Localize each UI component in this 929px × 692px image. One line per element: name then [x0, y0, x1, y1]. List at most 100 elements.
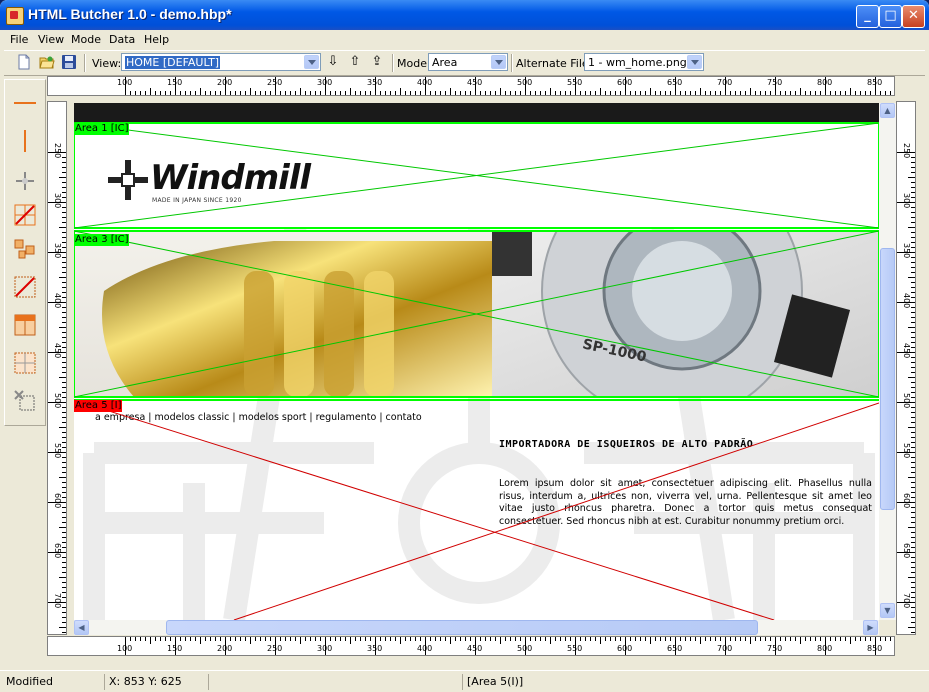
ruler-label: 600 [902, 493, 911, 509]
ruler-minor-tick [600, 88, 601, 95]
vertical-scrollbar[interactable]: ▲ ▼ [879, 103, 896, 620]
ruler-minor-tick [470, 91, 471, 95]
alternate-file-select[interactable]: 1 - wm_home.png [584, 53, 704, 71]
ruler-minor-tick [62, 422, 66, 423]
table-area-tool-icon[interactable] [14, 352, 36, 374]
menu-mode[interactable]: Mode [71, 33, 101, 46]
area-group-tool-icon[interactable] [14, 238, 36, 260]
ruler-minor-tick [170, 637, 171, 641]
ruler-minor-tick [235, 637, 236, 641]
ruler-label: 500 [902, 393, 911, 409]
ruler-minor-tick [62, 322, 66, 323]
ruler-minor-tick [460, 91, 461, 95]
select-area-tool-icon[interactable] [14, 314, 36, 336]
ruler-minor-tick [410, 91, 411, 95]
maximize-button[interactable]: □ [879, 5, 902, 28]
design-canvas[interactable]: Windmill MADE IN JAPAN SINCE 1920 SP-100… [74, 103, 879, 620]
title-bar[interactable]: HTML Butcher 1.0 - demo.hbp* _ □ ✕ [0, 0, 929, 30]
ruler-minor-tick [190, 637, 191, 641]
ruler-minor-tick [165, 91, 166, 95]
ruler-minor-tick [135, 91, 136, 95]
ruler-minor-tick [265, 91, 266, 95]
scroll-right-button[interactable]: ▶ [863, 620, 878, 635]
mode-select[interactable]: Area [428, 53, 508, 71]
ruler-minor-tick [911, 287, 915, 288]
ruler-minor-tick [62, 342, 66, 343]
ruler-minor-tick [430, 637, 431, 641]
menu-view[interactable]: View [38, 33, 64, 46]
menu-data[interactable]: Data [109, 33, 135, 46]
ruler-minor-tick [270, 637, 271, 641]
ruler-label: 750 [767, 644, 783, 653]
ruler-minor-tick [200, 637, 201, 644]
move-line-tool-icon[interactable] [14, 170, 36, 192]
ruler-minor-tick [320, 91, 321, 95]
ruler-minor-tick [460, 637, 461, 641]
open-folder-icon[interactable] [39, 54, 55, 70]
ruler-minor-tick [465, 91, 466, 95]
ruler-minor-tick [440, 91, 441, 95]
area-3-label[interactable]: Area 3 [IC] [74, 234, 130, 246]
vertical-scroll-thumb[interactable] [880, 248, 895, 510]
window-title: HTML Butcher 1.0 - demo.hbp* [28, 6, 232, 22]
ruler-minor-tick [570, 91, 571, 95]
close-button[interactable]: ✕ [902, 5, 925, 28]
area-5-label[interactable]: Area 5 [I] [74, 400, 123, 412]
ruler-minor-tick [62, 522, 66, 523]
ruler-minor-tick [245, 637, 246, 641]
ruler-minor-tick [750, 88, 751, 95]
ruler-minor-tick [800, 88, 801, 95]
scroll-up-button[interactable]: ▲ [880, 103, 895, 118]
ruler-minor-tick [62, 437, 66, 438]
ruler-minor-tick [62, 542, 66, 543]
delete-line-tool-icon[interactable] [14, 204, 36, 226]
status-state: Modified [6, 675, 53, 688]
ruler-minor-tick [300, 637, 301, 644]
save-icon[interactable] [61, 54, 77, 70]
minimize-button[interactable]: _ [856, 5, 879, 28]
ruler-minor-tick [230, 637, 231, 641]
ruler-minor-tick [911, 617, 915, 618]
ruler-minor-tick [515, 637, 516, 641]
ruler-minor-tick [205, 637, 206, 641]
ruler-label: 350 [902, 243, 911, 259]
menu-file[interactable]: File [10, 33, 28, 46]
status-empty [208, 674, 463, 690]
ruler-minor-tick [520, 91, 521, 95]
new-file-icon[interactable] [16, 54, 32, 70]
horizontal-scrollbar[interactable]: ◀ ▶ [74, 620, 879, 635]
ruler-minor-tick [340, 637, 341, 641]
ruler-minor-tick [495, 91, 496, 95]
scroll-down-button[interactable]: ▼ [880, 603, 895, 618]
move-up-icon[interactable]: ⇧ [347, 54, 363, 70]
delete-area-tool-icon[interactable] [14, 276, 36, 298]
ruler-minor-tick [465, 637, 466, 641]
ruler-minor-tick [880, 637, 881, 641]
ruler-label: 250 [267, 78, 283, 87]
ruler-minor-tick [911, 167, 915, 168]
ruler-minor-tick [280, 637, 281, 641]
view-select[interactable]: HOME [DEFAULT] [121, 53, 321, 71]
horizontal-line-tool-icon[interactable] [14, 92, 36, 114]
ruler-minor-tick [255, 91, 256, 95]
area-1-label[interactable]: Area 1 [IC] [74, 123, 130, 135]
ruler-minor-tick [690, 637, 691, 641]
ruler-minor-tick [745, 637, 746, 641]
ruler-minor-tick [480, 637, 481, 641]
ruler-minor-tick [911, 267, 915, 268]
ruler-minor-tick [770, 637, 771, 641]
move-top-icon[interactable]: ⇪ [369, 54, 385, 70]
scroll-left-button[interactable]: ◀ [74, 620, 89, 635]
ruler-minor-tick [740, 637, 741, 641]
ruler-minor-tick [59, 277, 66, 278]
ruler-minor-tick [295, 637, 296, 641]
menu-help[interactable]: Help [144, 33, 169, 46]
remove-tool-icon[interactable] [14, 390, 36, 412]
horizontal-scroll-thumb[interactable] [166, 620, 758, 635]
move-down-icon[interactable]: ⇩ [325, 54, 341, 70]
ruler-minor-tick [135, 637, 136, 641]
ruler-minor-tick [370, 91, 371, 95]
ruler-minor-tick [535, 637, 536, 641]
ruler-minor-tick [360, 91, 361, 95]
vertical-line-tool-icon[interactable] [14, 130, 36, 152]
